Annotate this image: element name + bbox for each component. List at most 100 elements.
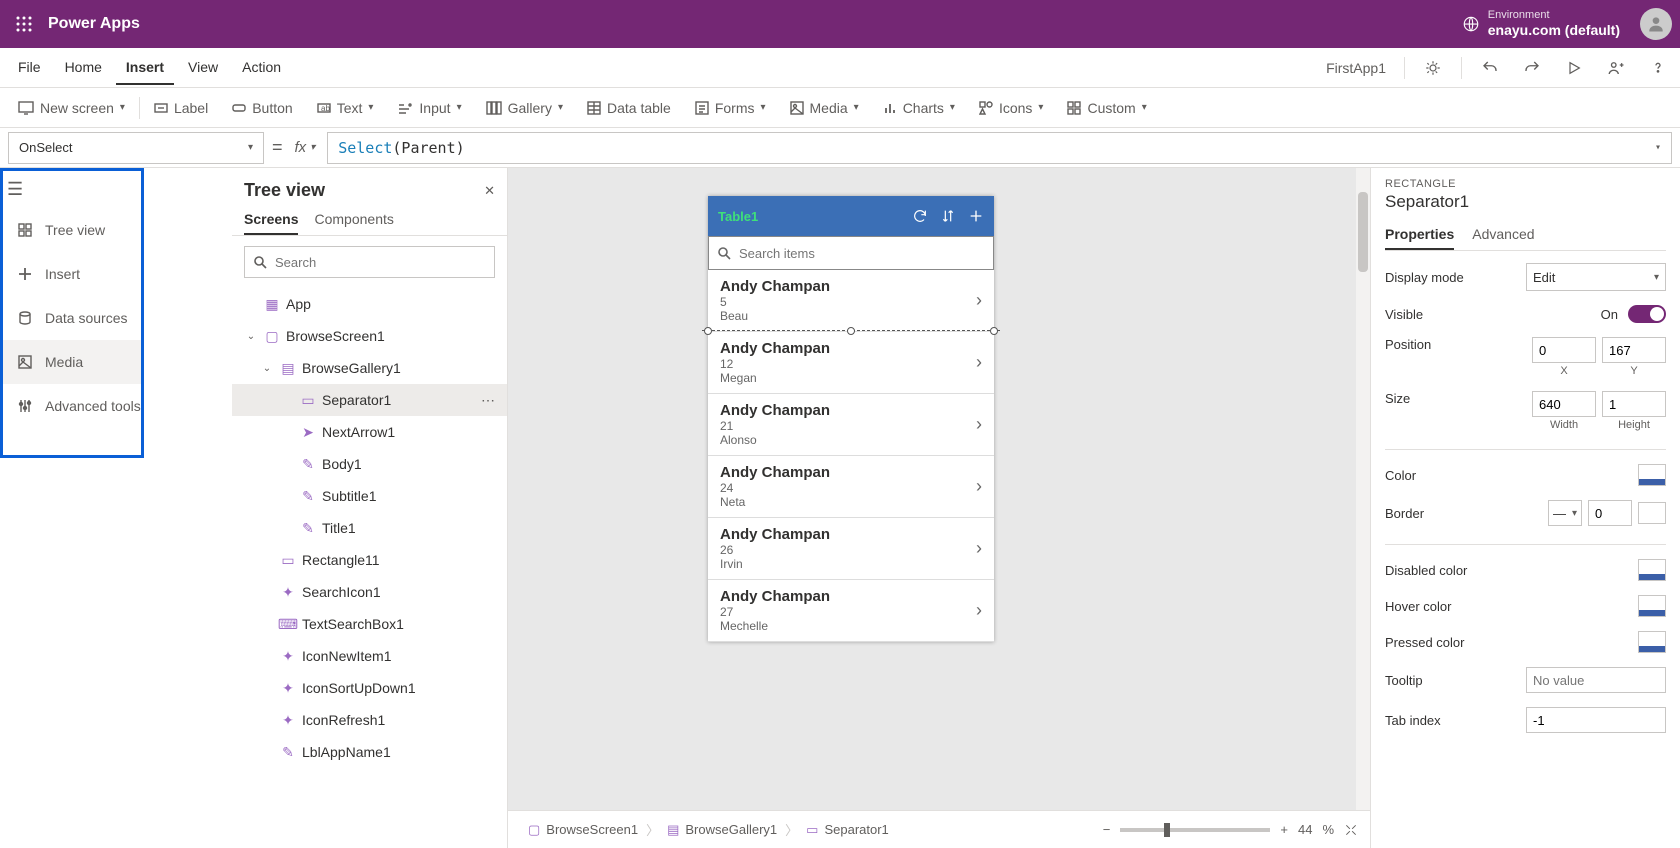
tree-item-browsescreen1[interactable]: ⌄▢BrowseScreen1	[232, 320, 507, 352]
gallery-item[interactable]: Andy Champan12Megan›	[708, 332, 994, 394]
tree-item-nextarrow1[interactable]: ➤NextArrow1	[232, 416, 507, 448]
fit-to-window-button[interactable]	[1344, 823, 1358, 837]
formula-input[interactable]: Select(Parent) ▾	[327, 132, 1672, 164]
icons-dropdown[interactable]: Icons▾	[969, 96, 1054, 120]
custom-dropdown[interactable]: Custom▾	[1057, 96, 1156, 120]
disabled-color-picker[interactable]	[1638, 559, 1666, 581]
tree-item-separator1[interactable]: ▭Separator1⋯	[232, 384, 507, 416]
height-input[interactable]	[1602, 391, 1666, 417]
menu-file[interactable]: File	[8, 51, 51, 85]
tree-item-searchicon1[interactable]: ✦SearchIcon1	[232, 576, 507, 608]
breadcrumb-browsegallery1[interactable]: ▤BrowseGallery1	[659, 818, 785, 842]
data-table-button[interactable]: Data table	[577, 96, 681, 120]
tabindex-input[interactable]	[1526, 707, 1666, 733]
help-button[interactable]	[1644, 54, 1672, 82]
expand-icon[interactable]: ⌄	[260, 363, 274, 374]
chevron-right-icon[interactable]: ›	[976, 600, 982, 621]
border-style-select[interactable]: —▾	[1548, 500, 1582, 526]
redo-button[interactable]	[1518, 54, 1546, 82]
tree-item-rectangle11[interactable]: ▭Rectangle11	[232, 544, 507, 576]
gallery-item[interactable]: Andy Champan24Neta›	[708, 456, 994, 518]
refresh-icon[interactable]	[912, 208, 928, 224]
chevron-right-icon[interactable]: ›	[976, 290, 982, 311]
button-button[interactable]: Button	[222, 96, 302, 120]
canvas-scrollbar[interactable]	[1356, 168, 1370, 810]
forms-dropdown[interactable]: Forms▾	[685, 96, 776, 120]
media-dropdown[interactable]: Media▾	[780, 96, 869, 120]
property-selector[interactable]: OnSelect▾	[8, 132, 264, 164]
fx-button[interactable]: fx▾	[291, 139, 320, 156]
position-y-input[interactable]	[1602, 337, 1666, 363]
color-picker[interactable]	[1638, 464, 1666, 486]
charts-dropdown[interactable]: Charts▾	[873, 96, 965, 120]
tree-item-browsegallery1[interactable]: ⌄▤BrowseGallery1	[232, 352, 507, 384]
tree-tab-screens[interactable]: Screens	[244, 205, 298, 235]
app-checker-icon[interactable]	[1419, 54, 1447, 82]
waffle-launcher[interactable]	[8, 8, 40, 40]
tree-item-subtitle1[interactable]: ✎Subtitle1	[232, 480, 507, 512]
border-width-input[interactable]	[1588, 500, 1632, 526]
add-icon[interactable]	[968, 208, 984, 224]
breadcrumb-separator1[interactable]: ▭Separator1	[798, 818, 897, 842]
zoom-out-button[interactable]: −	[1103, 822, 1111, 837]
tree-item-body1[interactable]: ✎Body1	[232, 448, 507, 480]
environment-picker[interactable]: Environment enayu.com (default)	[1462, 9, 1620, 39]
input-dropdown[interactable]: Input▾	[387, 96, 471, 120]
gallery-item[interactable]: Andy Champan26Irvin›	[708, 518, 994, 580]
undo-button[interactable]	[1476, 54, 1504, 82]
text-dropdown[interactable]: abText▾	[307, 96, 384, 120]
tree-item-app[interactable]: ▦App	[232, 288, 507, 320]
control-name[interactable]: Separator1	[1385, 192, 1666, 212]
sort-icon[interactable]	[940, 208, 956, 224]
chevron-right-icon[interactable]: ›	[976, 352, 982, 373]
label-button[interactable]: Label	[144, 96, 218, 120]
gallery-dropdown[interactable]: Gallery▾	[476, 96, 573, 120]
prop-tab-advanced[interactable]: Advanced	[1472, 220, 1534, 250]
visible-toggle[interactable]	[1628, 305, 1666, 323]
menu-home[interactable]: Home	[55, 51, 112, 85]
tree-item-textsearchbox1[interactable]: ⌨TextSearchBox1	[232, 608, 507, 640]
position-x-input[interactable]	[1532, 337, 1596, 363]
document-name[interactable]: FirstApp1	[1326, 60, 1386, 76]
gallery-item[interactable]: Andy Champan21Alonso›	[708, 394, 994, 456]
hover-color-picker[interactable]	[1638, 595, 1666, 617]
hamburger-icon[interactable]: ☰	[3, 171, 141, 208]
share-button[interactable]	[1602, 54, 1630, 82]
rail-insert[interactable]: Insert	[3, 252, 141, 296]
more-icon[interactable]: ⋯	[481, 392, 495, 409]
play-button[interactable]	[1560, 54, 1588, 82]
width-input[interactable]	[1532, 391, 1596, 417]
tree-item-iconsortupdown1[interactable]: ✦IconSortUpDown1	[232, 672, 507, 704]
rail-media[interactable]: Media	[3, 340, 141, 384]
canvas[interactable]: Table1 Andy Champan5Beau›Andy Champan12M…	[508, 168, 1370, 810]
prop-tab-properties[interactable]: Properties	[1385, 220, 1454, 250]
chevron-right-icon[interactable]: ›	[976, 538, 982, 559]
pressed-color-picker[interactable]	[1638, 631, 1666, 653]
menu-action[interactable]: Action	[232, 51, 291, 85]
tree-tab-components[interactable]: Components	[314, 205, 393, 235]
rail-data-sources[interactable]: Data sources	[3, 296, 141, 340]
tree-item-iconnewitem1[interactable]: ✦IconNewItem1	[232, 640, 507, 672]
tooltip-input[interactable]	[1526, 667, 1666, 693]
gallery-item[interactable]: Andy Champan27Mechelle›	[708, 580, 994, 642]
chevron-right-icon[interactable]: ›	[976, 414, 982, 435]
display-mode-select[interactable]: Edit▾	[1526, 263, 1666, 291]
breadcrumb-browsescreen1[interactable]: ▢BrowseScreen1	[520, 818, 646, 842]
tree-item-iconrefresh1[interactable]: ✦IconRefresh1	[232, 704, 507, 736]
zoom-in-button[interactable]: +	[1280, 822, 1288, 837]
border-color-picker[interactable]	[1638, 502, 1666, 524]
menu-view[interactable]: View	[178, 51, 228, 85]
tree-search[interactable]	[244, 246, 495, 278]
gallery-item[interactable]: Andy Champan5Beau›	[708, 270, 994, 332]
preview-search-input[interactable]	[737, 245, 985, 262]
zoom-slider[interactable]	[1120, 828, 1270, 832]
user-avatar[interactable]	[1640, 8, 1672, 40]
preview-search[interactable]	[708, 236, 994, 270]
close-icon[interactable]: ✕	[484, 183, 495, 199]
menu-insert[interactable]: Insert	[116, 51, 174, 85]
tree-search-input[interactable]	[273, 254, 486, 271]
tree-item-title1[interactable]: ✎Title1	[232, 512, 507, 544]
new-screen-button[interactable]: New screen▾	[8, 96, 135, 120]
rail-advanced-tools[interactable]: Advanced tools	[3, 384, 141, 428]
rail-tree-view[interactable]: Tree view	[3, 208, 141, 252]
